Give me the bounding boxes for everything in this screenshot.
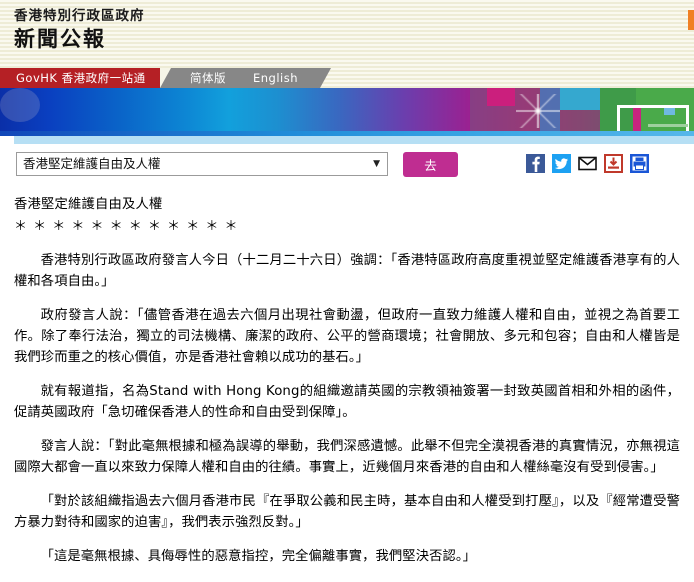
sub-banner-strip xyxy=(0,136,694,144)
brand-banner xyxy=(0,88,694,136)
chevron-down-icon: ▼ xyxy=(373,153,380,175)
article-separator: ＊ ＊ ＊ ＊ ＊ ＊ ＊ ＊ ＊ ＊ ＊ ＊ xyxy=(14,216,680,237)
article-paragraph: 發言人說：「對此毫無根據和極為誤導的舉動，我們深感遺憾。此舉不但完全漠視香港的真… xyxy=(14,423,680,478)
article-paragraph: 「這是毫無根據、具侮辱性的惡意指控，完全偏離事實，我們堅決否認。」 xyxy=(14,533,680,567)
go-button[interactable]: 去 xyxy=(403,152,458,177)
banner-magenta-block xyxy=(487,88,515,106)
language-tabs-left-cut xyxy=(160,68,171,88)
nav-item-simplified[interactable]: 简体版 xyxy=(190,68,226,88)
organisation-name: 香港特別行政區政府 xyxy=(14,7,694,25)
article-paragraph: 香港特別行政區政府發言人今日（十二月二十六日）強調：「香港特區政府高度重視並堅定… xyxy=(14,237,680,292)
language-tabs-slant xyxy=(320,68,331,88)
top-navigation-bar: GovHK 香港政府一站通 简体版 English xyxy=(0,68,694,88)
article-paragraph: 「對於該組織指過去六個月香港市民『在爭取公義和民主時，基本自由和人權受到打壓』，… xyxy=(14,478,680,533)
masthead-text-block: 香港特別行政區政府 新聞公報 xyxy=(0,0,694,53)
facebook-icon[interactable] xyxy=(526,154,545,173)
masthead: 香港特別行政區政府 新聞公報 xyxy=(0,0,694,68)
controls-row: 香港堅定維護自由及人權 ▼ 去 xyxy=(0,144,694,188)
twitter-icon[interactable] xyxy=(552,154,571,173)
nav-item-govhk[interactable]: GovHK 香港政府一站通 xyxy=(16,68,146,88)
article-select-value: 香港堅定維護自由及人權 xyxy=(23,156,161,171)
banner-starburst-icon xyxy=(516,94,560,128)
print-icon[interactable] xyxy=(630,154,649,173)
article-paragraph: 發言人強調，人權和自由，包括言論自由、新聞自由、出版自由、結社和集會自由、資訊流… xyxy=(14,567,680,582)
sub-strip-left-gap xyxy=(0,136,14,144)
article-headline: 香港堅定維護自由及人權 xyxy=(14,194,680,215)
article-paragraph: 政府發言人說：「儘管香港在過去六個月出現社會動盪，但政府一直致力維護人權和自由，… xyxy=(14,292,680,368)
banner-frame-green-line xyxy=(648,124,688,127)
banner-frame-blue-chip xyxy=(664,108,675,115)
nav-item-english[interactable]: English xyxy=(253,68,298,88)
email-icon[interactable] xyxy=(578,154,597,173)
article-select[interactable]: 香港堅定維護自由及人權 ▼ xyxy=(16,152,388,176)
social-share-bar xyxy=(526,154,649,173)
article-body: 香港堅定維護自由及人權 ＊ ＊ ＊ ＊ ＊ ＊ ＊ ＊ ＊ ＊ ＊ ＊ 香港特別… xyxy=(0,188,694,582)
banner-teal-block xyxy=(560,88,600,110)
orange-side-tab[interactable] xyxy=(688,10,694,30)
download-icon[interactable] xyxy=(604,154,623,173)
banner-circle-decoration xyxy=(0,88,40,122)
article-paragraph: 就有報道指，名為Stand with Hong Kong的組織邀請英國的宗教領袖… xyxy=(14,368,680,423)
publication-title: 新聞公報 xyxy=(14,26,694,53)
